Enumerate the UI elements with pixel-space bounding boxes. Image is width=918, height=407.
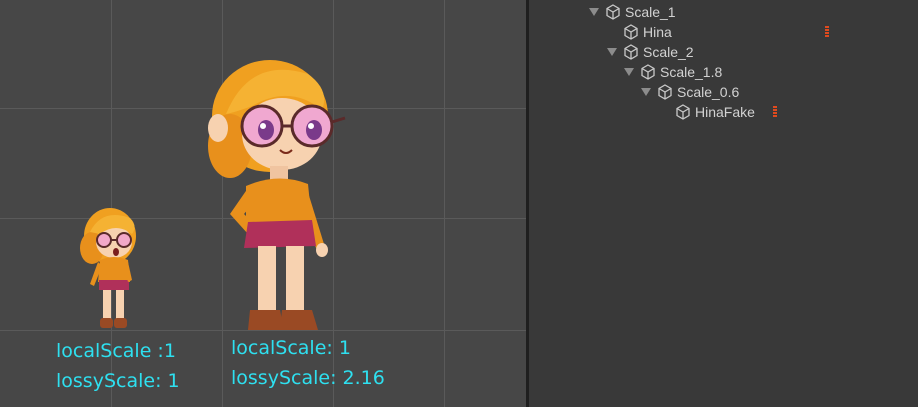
foldout-arrow-icon[interactable] xyxy=(641,88,651,96)
grid-line xyxy=(444,0,445,407)
lossy-scale-label-large: lossyScale: 2.16 xyxy=(231,367,385,389)
hierarchy-item-scale-1-8[interactable]: Scale_1.8 xyxy=(624,62,722,82)
hierarchy-item-label: HinaFake xyxy=(695,104,755,120)
hierarchy-item-label: Hina xyxy=(643,24,672,40)
character-sprite-large[interactable] xyxy=(190,54,355,332)
hierarchy-item-scale-1[interactable]: Scale_1 xyxy=(589,2,676,22)
hierarchy-item-label: Scale_1 xyxy=(625,4,676,20)
gameobject-cube-icon xyxy=(641,64,655,80)
lossy-scale-label-small: lossyScale: 1 xyxy=(56,370,180,392)
foldout-arrow-icon[interactable] xyxy=(607,48,617,56)
gameobject-cube-icon xyxy=(624,44,638,60)
gameobject-cube-icon xyxy=(606,4,620,20)
hierarchy-item-scale-2[interactable]: Scale_2 xyxy=(607,42,694,62)
hierarchy-item-hina[interactable]: Hina xyxy=(623,22,672,42)
local-scale-label-large: localScale: 1 xyxy=(231,337,351,359)
scene-view[interactable]: localScale :1 lossyScale: 1 localScale: … xyxy=(0,0,526,407)
warning-icon[interactable] xyxy=(824,26,830,38)
hierarchy-panel[interactable]: Scale_1 Hina Scale_2 Scale_1.8 Scale_0.6 xyxy=(529,0,918,407)
hierarchy-item-hinafake[interactable]: HinaFake xyxy=(675,102,755,122)
gameobject-cube-icon xyxy=(658,84,672,100)
gameobject-cube-icon xyxy=(676,104,690,120)
hierarchy-item-scale-0-6[interactable]: Scale_0.6 xyxy=(641,82,739,102)
foldout-arrow-icon[interactable] xyxy=(624,68,634,76)
hierarchy-item-label: Scale_2 xyxy=(643,44,694,60)
character-sprite-small[interactable] xyxy=(72,204,152,332)
local-scale-label-small: localScale :1 xyxy=(56,340,176,362)
hierarchy-item-label: Scale_0.6 xyxy=(677,84,740,100)
gameobject-cube-icon xyxy=(624,24,638,40)
hierarchy-item-label: Scale_1.8 xyxy=(660,64,723,80)
warning-icon[interactable] xyxy=(772,106,778,118)
foldout-arrow-icon[interactable] xyxy=(589,8,599,16)
